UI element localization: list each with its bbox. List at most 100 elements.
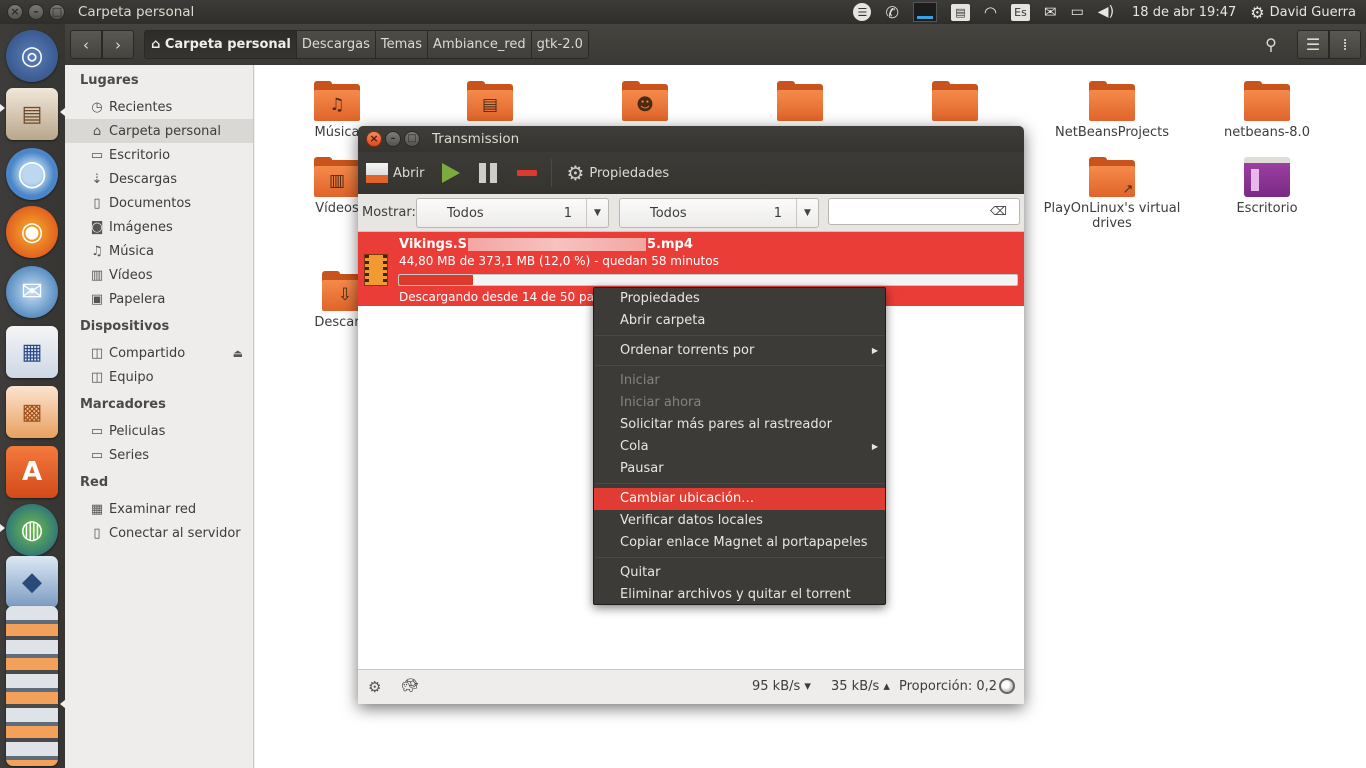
ubuntu-dash-icon[interactable]: ◎: [6, 30, 58, 82]
user-name[interactable]: David Guerra: [1270, 5, 1356, 20]
notes-icon[interactable]: ▤: [950, 3, 970, 21]
sidebar-item-documentos[interactable]: ▯ Documentos: [65, 191, 253, 215]
chromium-icon[interactable]: ◯: [6, 148, 58, 200]
menu-item-eliminar-archivos[interactable]: Eliminar archivos y quitar el torrent: [594, 584, 885, 606]
volume-icon[interactable]: ◀): [1098, 4, 1114, 20]
battery-icon[interactable]: ▭: [1071, 4, 1084, 20]
minimize-icon[interactable]: –: [385, 131, 401, 147]
sidebar-item-carpeta-personal[interactable]: ⌂ Carpeta personal: [65, 119, 253, 143]
toolbar-separator: [551, 159, 553, 187]
telephone-icon[interactable]: ✆: [885, 3, 898, 22]
sidebar-item-musica[interactable]: ♫ Música: [65, 239, 253, 263]
view-menu-button[interactable]: ☰: [1297, 30, 1329, 59]
eject-icon[interactable]: ⏏: [233, 347, 243, 360]
menu-item-quitar[interactable]: Quitar: [594, 562, 885, 584]
pause-button[interactable]: [478, 163, 498, 183]
maximize-window-button[interactable]: □: [49, 4, 65, 20]
gear-icon[interactable]: ⚙: [368, 678, 381, 696]
folder-5[interactable]: [880, 81, 1030, 125]
menu-item-solicitar-pares[interactable]: Solicitar más pares al rastreador: [594, 414, 885, 436]
transmission-title: Transmission: [432, 131, 520, 147]
menu-item-propiedades[interactable]: Propiedades: [594, 288, 885, 310]
breadcrumb-home[interactable]: ⌂ Carpeta personal: [145, 31, 297, 58]
clock[interactable]: 18 de abr 19:47: [1132, 5, 1236, 20]
sidebar-item-videos[interactable]: ▥ Vídeos: [65, 263, 253, 287]
folder-netbeans-8[interactable]: netbeans-8.0: [1192, 81, 1342, 140]
music-icon: ♫: [91, 243, 103, 259]
sidebar-item-conectar-servidor[interactable]: ▯ Conectar al servidor: [65, 521, 253, 545]
breadcrumb-gtk-2[interactable]: gtk-2.0: [531, 31, 588, 58]
search-input[interactable]: ⌫: [828, 198, 1020, 225]
thunderbird-icon[interactable]: ✉: [6, 266, 58, 318]
menu-item-cambiar-ubicacion[interactable]: Cambiar ubicación…: [594, 488, 885, 510]
ratio-text[interactable]: Proporción: 0,2: [899, 679, 997, 694]
sidebar-item-papelera[interactable]: ▣ Papelera: [65, 287, 253, 311]
open-button[interactable]: Abrir: [366, 163, 424, 183]
remove-button[interactable]: [517, 170, 538, 176]
wifi-icon[interactable]: ◠: [984, 3, 997, 21]
document-icon: ▯: [93, 195, 101, 211]
sidebar-item-recientes[interactable]: ◷ Recientes: [65, 95, 253, 119]
breadcrumb-temas[interactable]: Temas: [375, 31, 429, 58]
breadcrumb-ambiance-red[interactable]: Ambiance_red: [428, 31, 532, 58]
close-window-button[interactable]: ×: [7, 4, 23, 20]
firefox-icon[interactable]: ◉: [6, 206, 58, 258]
sidebar-item-imagenes[interactable]: ◙ Imágenes: [65, 215, 253, 239]
network-icon[interactable]: ◍: [6, 504, 58, 556]
transmission-indicator-icon[interactable]: ☰: [853, 3, 872, 21]
close-icon[interactable]: ×: [366, 131, 382, 147]
chevron-right-icon: ›: [115, 35, 121, 54]
more-options-button[interactable]: ⁞: [1329, 30, 1361, 59]
download-icon: ⇣: [91, 171, 103, 187]
breadcrumb-descargas[interactable]: Descargas: [296, 31, 376, 58]
minimize-window-button[interactable]: –: [28, 4, 44, 20]
sidebar-item-equipo[interactable]: ◫ Equipo: [65, 365, 253, 389]
libreoffice-writer-icon[interactable]: ▦: [6, 326, 58, 378]
maximize-icon[interactable]: □: [404, 131, 420, 147]
sidebar-item-peliculas[interactable]: ▭ Peliculas: [65, 419, 253, 443]
server-icon: ▯: [93, 525, 101, 541]
mail-icon[interactable]: ✉: [1044, 3, 1057, 21]
folder-publico[interactable]: ☻: [570, 81, 720, 125]
sidebar-item-compartido[interactable]: ◫ Compartido ⏏: [65, 341, 253, 365]
ratio-icon[interactable]: [999, 678, 1015, 694]
download-speed: 95 kB/s ▾: [752, 679, 811, 694]
menu-item-pausar[interactable]: Pausar: [594, 458, 885, 480]
system-monitor-icon[interactable]: [912, 2, 937, 22]
turtle-icon[interactable]: 🐢︎: [401, 678, 419, 694]
launcher-escritorio[interactable]: Escritorio: [1192, 157, 1342, 216]
menu-item-ordenar[interactable]: Ordenar torrents por ▶: [594, 340, 885, 362]
forward-button[interactable]: ›: [102, 30, 134, 59]
stacked-apps-icon[interactable]: [6, 606, 58, 766]
folder-netbeansprojects[interactable]: NetBeansProjects: [1037, 81, 1187, 140]
libreoffice-impress-icon[interactable]: ▩: [6, 386, 58, 438]
folder-playonlinux[interactable]: ↗ PlayOnLinux's virtual drives: [1037, 157, 1187, 231]
files-icon[interactable]: ▤: [6, 88, 58, 140]
clear-icon[interactable]: ⌫: [990, 204, 1007, 218]
torrent-status: Descargando desde 14 de 50 pares: [399, 290, 613, 304]
activity-filter-select[interactable]: Todos 1 ▼: [416, 198, 609, 228]
sidebar-item-series[interactable]: ▭ Series: [65, 443, 253, 467]
transmission-titlebar[interactable]: × – □ Transmission: [358, 126, 1024, 152]
start-button[interactable]: [442, 163, 461, 183]
menu-item-verificar[interactable]: Verificar datos locales: [594, 510, 885, 532]
sidebar-item-descargas[interactable]: ⇣ Descargas: [65, 167, 253, 191]
sidebar-item-examinar-red[interactable]: ▦ Examinar red: [65, 497, 253, 521]
back-button[interactable]: ‹: [70, 30, 102, 59]
tracker-filter-select[interactable]: Todos 1 ▼: [619, 198, 819, 228]
submenu-arrow-icon: ▶: [871, 442, 878, 451]
properties-button[interactable]: ⚙ Propiedades: [566, 161, 669, 185]
unity-launcher: ◎ ▤ ◯ ◉ ✉ ▦ ▩ A ◍ ◆: [0, 24, 65, 768]
folder-documentos[interactable]: ▤: [415, 81, 565, 125]
menu-item-abrir-carpeta[interactable]: Abrir carpeta: [594, 310, 885, 332]
search-button[interactable]: ⚲: [1255, 30, 1287, 59]
menu-item-cola[interactable]: Cola ▶: [594, 436, 885, 458]
settings-gear-icon[interactable]: ⚙: [1250, 3, 1264, 22]
software-center-icon[interactable]: A: [6, 446, 58, 498]
home-icon: ⌂: [151, 37, 165, 52]
folder-4[interactable]: [725, 81, 875, 125]
virtualbox-icon[interactable]: ◆: [6, 556, 58, 608]
menu-item-copiar-magnet[interactable]: Copiar enlace Magnet al portapapeles: [594, 532, 885, 554]
keyboard-layout[interactable]: Es: [1010, 3, 1030, 21]
sidebar-item-escritorio[interactable]: ▭ Escritorio: [65, 143, 253, 167]
